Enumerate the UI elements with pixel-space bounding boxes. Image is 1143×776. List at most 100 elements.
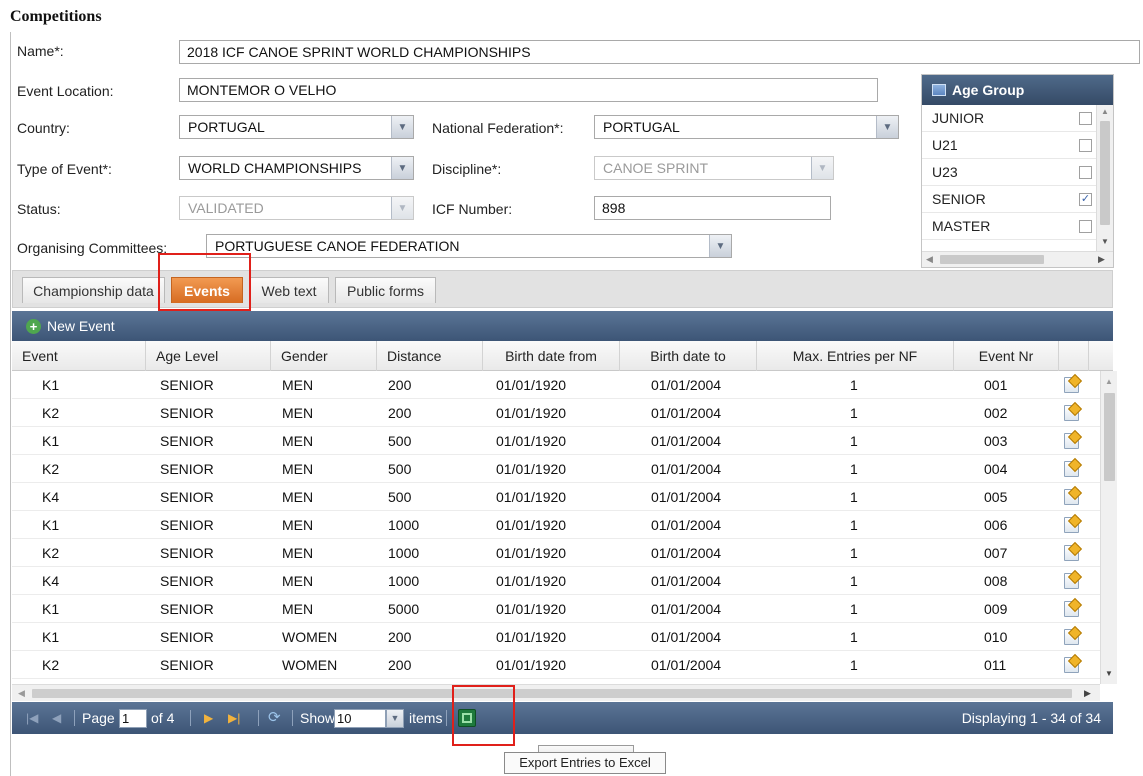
country-select[interactable]: PORTUGAL ▼ [179, 115, 414, 139]
new-event-button[interactable]: New Event [47, 318, 115, 334]
scroll-down-icon[interactable]: ▼ [1101, 237, 1109, 246]
table-cell: 1 [850, 573, 858, 589]
edit-icon[interactable] [1064, 377, 1079, 393]
age-group-checkbox[interactable] [1079, 166, 1092, 179]
table-cell: MEN [282, 489, 314, 505]
table-cell: WOMEN [282, 629, 338, 645]
chevron-down-icon[interactable]: ▼ [709, 235, 731, 257]
table-cell: 011 [984, 657, 1007, 673]
scroll-up-icon[interactable]: ▲ [1105, 377, 1113, 386]
table-cell: 002 [984, 405, 1008, 421]
chevron-down-icon[interactable]: ▼ [386, 709, 404, 728]
table-cell: K1 [42, 601, 60, 617]
edit-icon[interactable] [1064, 517, 1079, 533]
table-row[interactable]: K4 SENIOR MEN 500 01/01/1920 01/01/2004 1 005 [12, 483, 1100, 511]
edit-icon[interactable] [1064, 461, 1079, 477]
age-group-checkbox[interactable] [1079, 220, 1092, 233]
table-cell: 01/01/1920 [496, 405, 567, 421]
scroll-down-icon[interactable]: ▼ [1105, 669, 1113, 678]
prev-page-icon[interactable]: ◀ [52, 702, 61, 734]
chevron-down-icon[interactable]: ▼ [876, 116, 898, 138]
column-header[interactable]: Gender [271, 341, 377, 371]
age-group-checkbox[interactable] [1079, 112, 1092, 125]
tab-web-text[interactable]: Web text [249, 277, 329, 303]
column-header[interactable]: Event Nr [954, 341, 1059, 371]
edit-icon[interactable] [1064, 657, 1079, 673]
country-label: Country: [17, 120, 70, 136]
grid-scroll-thumb[interactable] [1104, 393, 1115, 481]
table-row[interactable]: K2 SENIOR MEN 200 01/01/1920 01/01/2004 1 002 [12, 399, 1100, 427]
column-header[interactable]: Birth date from [483, 341, 620, 371]
table-row[interactable]: K2 SENIOR MEN 500 01/01/1920 01/01/2004 1 004 [12, 455, 1100, 483]
page-title: Competitions [10, 8, 102, 25]
edit-icon[interactable] [1064, 405, 1079, 421]
edit-icon[interactable] [1064, 601, 1079, 617]
edit-icon[interactable] [1064, 433, 1079, 449]
scroll-right-icon[interactable]: ▶ [1084, 688, 1091, 699]
edit-icon[interactable] [1064, 573, 1079, 589]
column-header[interactable]: Age Level [146, 341, 271, 371]
national-federation-label: National Federation*: [432, 120, 564, 136]
first-page-icon[interactable]: |◀ [26, 702, 38, 734]
edit-icon[interactable] [1064, 629, 1079, 645]
table-row[interactable]: K1 SENIOR WOMEN 200 01/01/1920 01/01/2004 1 010 [12, 623, 1100, 651]
last-page-icon[interactable]: ▶| [228, 702, 240, 734]
table-row[interactable]: K1 SENIOR MEN 1000 01/01/1920 01/01/2004 1 006 [12, 511, 1100, 539]
table-cell: 01/01/1920 [496, 461, 567, 477]
page-number-input[interactable]: 1 [119, 709, 147, 728]
column-header[interactable]: Birth date to [620, 341, 757, 371]
list-item[interactable]: MASTER [922, 213, 1097, 240]
table-row[interactable]: K2 SENIOR MEN 1000 01/01/1920 01/01/2004 1 007 [12, 539, 1100, 567]
name-field[interactable]: 2018 ICF CANOE SPRINT WORLD CHAMPIONSHIP… [179, 40, 1140, 64]
grid-hscrollbar[interactable]: ◀ ▶ [12, 684, 1100, 701]
add-icon[interactable]: + [26, 318, 41, 334]
table-cell: SENIOR [160, 601, 214, 617]
table-row[interactable]: K1 SENIOR MEN 5000 01/01/1920 01/01/2004 1 009 [12, 595, 1100, 623]
next-page-icon[interactable]: ▶ [204, 702, 213, 734]
scroll-thumb[interactable] [1100, 121, 1110, 225]
grid-hscroll-thumb[interactable] [32, 689, 1072, 698]
tab-championship-data[interactable]: Championship data [22, 277, 165, 303]
national-federation-select[interactable]: PORTUGAL ▼ [594, 115, 899, 139]
organising-committees-select[interactable]: PORTUGUESE CANOE FEDERATION ▼ [206, 234, 732, 258]
table-row[interactable]: K4 SENIOR MEN 1000 01/01/1920 01/01/2004 1 008 [12, 567, 1100, 595]
column-header[interactable]: Max. Entries per NF [757, 341, 954, 371]
table-cell: 01/01/2004 [651, 629, 722, 645]
tab-public-forms[interactable]: Public forms [335, 277, 436, 303]
status-label: Status: [17, 201, 61, 217]
column-header[interactable]: Distance [377, 341, 483, 371]
pager-separator [258, 710, 259, 726]
scroll-left-icon[interactable]: ◀ [926, 254, 933, 265]
age-group-checkbox[interactable] [1079, 139, 1092, 152]
table-row[interactable]: K1 SENIOR MEN 500 01/01/1920 01/01/2004 1 003 [12, 427, 1100, 455]
age-group-checkbox[interactable]: ✓ [1079, 193, 1092, 206]
page-size-select[interactable]: 10 [334, 709, 386, 728]
table-row[interactable]: K1 SENIOR MEN 200 01/01/1920 01/01/2004 1 001 [12, 371, 1100, 399]
chevron-down-icon[interactable]: ▼ [391, 116, 413, 138]
list-item[interactable]: JUNIOR [922, 105, 1097, 132]
table-cell: 1 [850, 489, 858, 505]
list-item[interactable]: U21 [922, 132, 1097, 159]
scroll-left-icon[interactable]: ◀ [18, 688, 25, 699]
table-cell: 1 [850, 545, 858, 561]
list-item[interactable]: SENIOR ✓ [922, 186, 1097, 213]
edit-icon[interactable] [1064, 545, 1079, 561]
table-cell: 01/01/2004 [651, 461, 722, 477]
chevron-down-icon[interactable]: ▼ [391, 157, 413, 179]
list-item[interactable]: U23 [922, 159, 1097, 186]
age-group-header: Age Group [922, 75, 1113, 105]
table-cell: K4 [42, 489, 60, 505]
icf-number-field[interactable]: 898 [594, 196, 831, 220]
scroll-up-icon[interactable]: ▲ [1101, 107, 1109, 116]
hscroll-thumb[interactable] [940, 255, 1044, 264]
scroll-right-icon[interactable]: ▶ [1098, 254, 1105, 265]
edit-icon[interactable] [1064, 489, 1079, 505]
grid-vscrollbar[interactable]: ▲ ▼ [1100, 371, 1117, 684]
age-group-scrollbar[interactable]: ▲ ▼ [1096, 105, 1113, 251]
type-of-event-select[interactable]: WORLD CHAMPIONSHIPS ▼ [179, 156, 414, 180]
age-group-hscrollbar[interactable]: ◀ ▶ [922, 251, 1113, 267]
column-header[interactable]: Event [12, 341, 146, 371]
event-location-field[interactable]: MONTEMOR O VELHO [179, 78, 878, 102]
table-row[interactable]: K2 SENIOR WOMEN 200 01/01/1920 01/01/2004 1 011 [12, 651, 1100, 679]
refresh-icon[interactable]: ⟳ [268, 702, 281, 734]
